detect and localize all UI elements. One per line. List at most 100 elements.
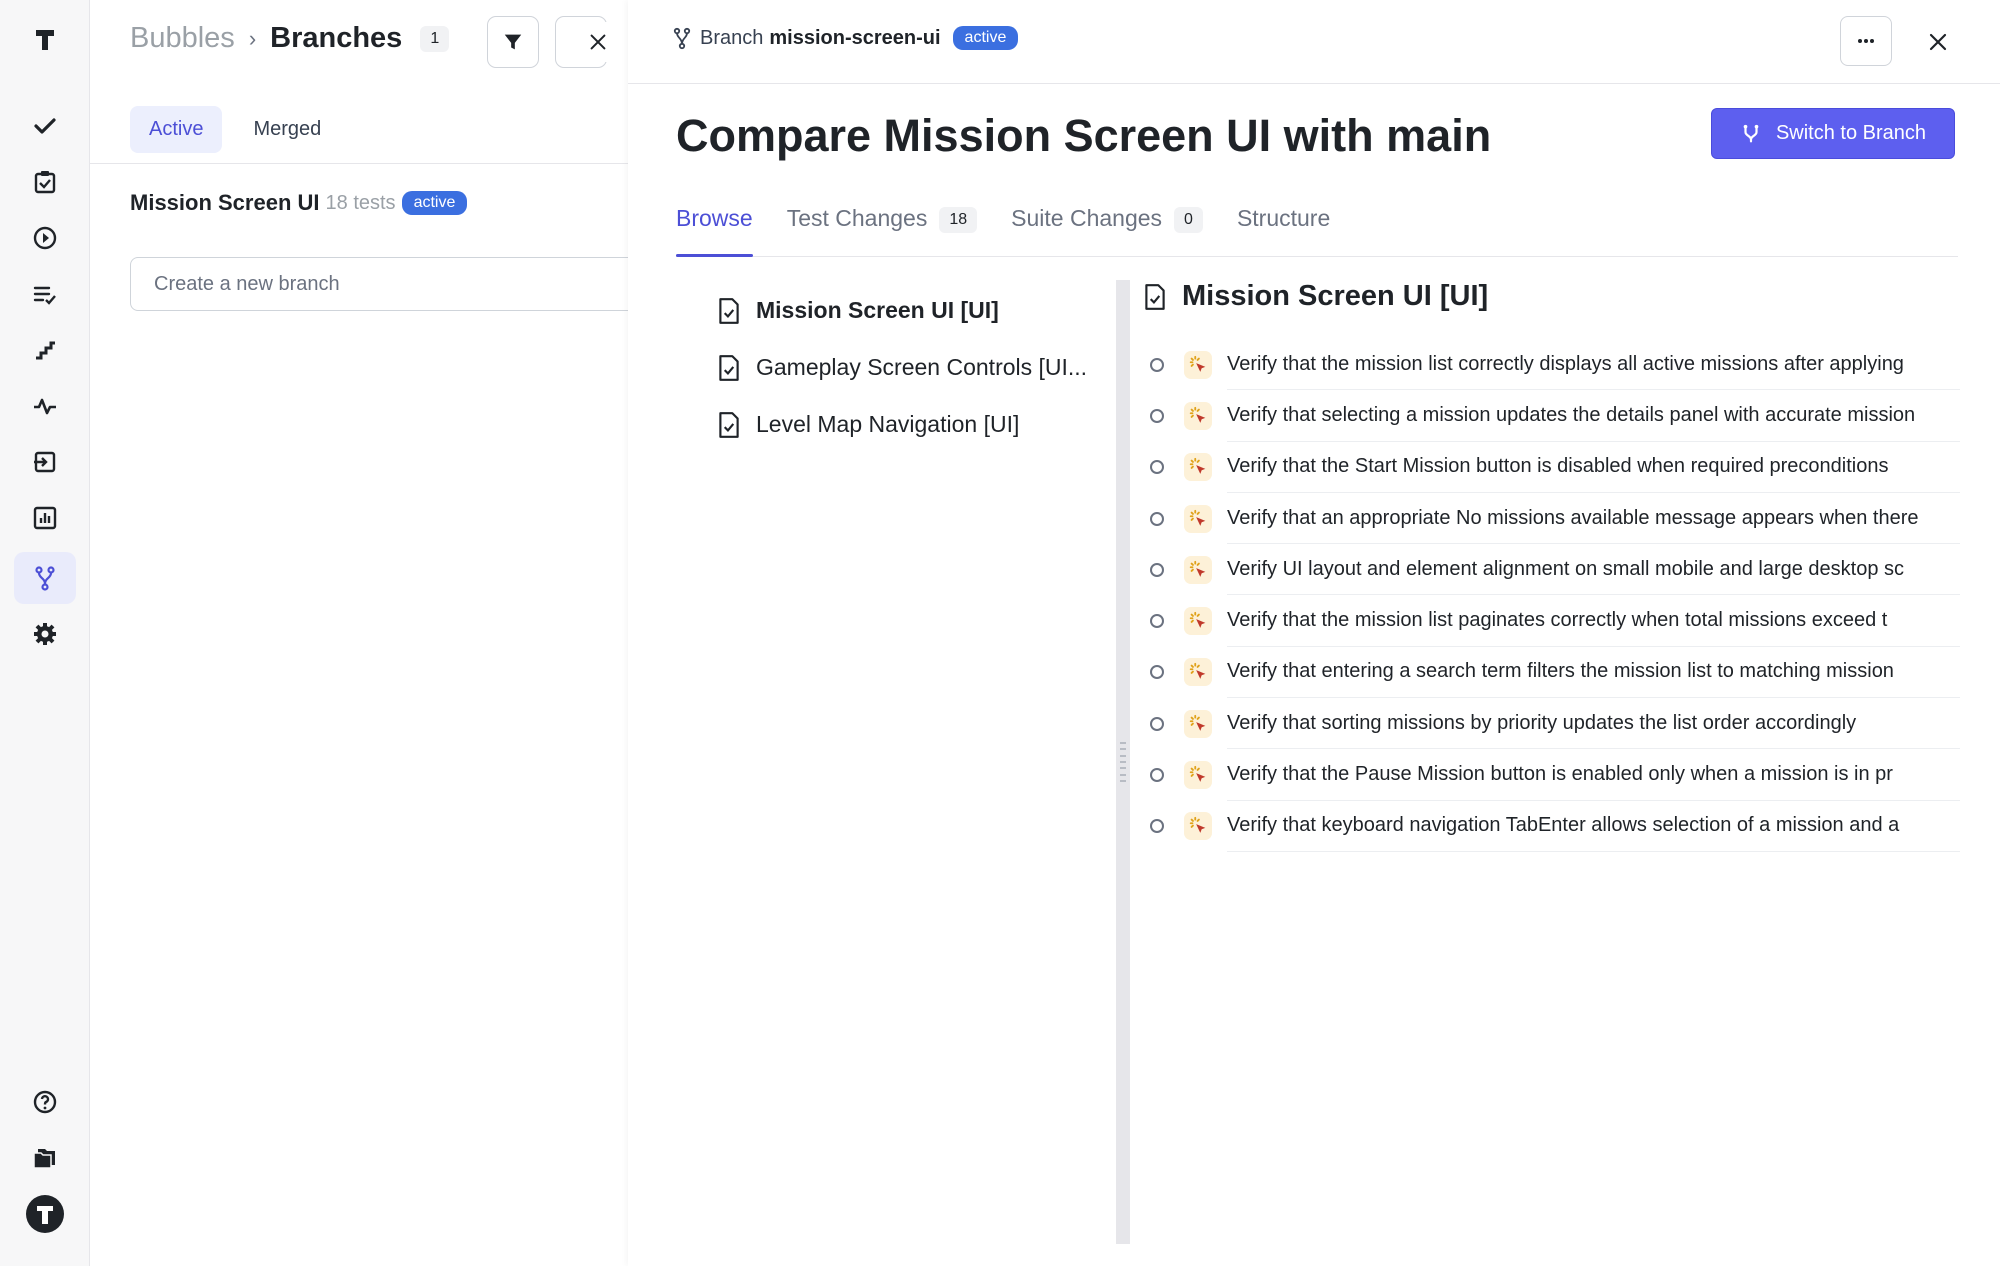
suite-tree-label: Mission Screen UI [UI] (756, 297, 999, 323)
test-select-radio[interactable] (1150, 511, 1164, 526)
test-row[interactable]: Verify that sorting missions by priority… (1148, 698, 1960, 750)
compare-tabs: Browse Test Changes 18 Suite Changes 0 S… (676, 205, 1958, 257)
tab-label: Suite Changes (1011, 205, 1163, 231)
test-select-radio[interactable] (1150, 460, 1164, 475)
test-select-radio[interactable] (1150, 614, 1164, 629)
test-list: Verify that the mission list correctly d… (1148, 339, 1960, 852)
suite-tree-label: Gameplay Screen Controls [UI... (756, 354, 1088, 380)
manual-test-icon (1184, 555, 1212, 584)
test-select-radio[interactable] (1150, 357, 1164, 372)
steps-icon[interactable] (14, 324, 76, 376)
manual-test-icon (1184, 812, 1212, 841)
divider (90, 163, 630, 164)
manual-test-icon (1184, 709, 1212, 738)
test-row[interactable]: Verify that entering a search term filte… (1148, 647, 1960, 699)
tab-browse[interactable]: Browse (676, 205, 753, 257)
account-avatar-icon[interactable] (14, 1188, 76, 1240)
test-row[interactable]: Verify that keyboard navigation TabEnter… (1148, 801, 1960, 852)
branch-icon (673, 27, 691, 50)
switch-to-branch-button[interactable]: Switch to Branch (1711, 108, 1955, 159)
test-select-radio[interactable] (1150, 408, 1164, 423)
test-row[interactable]: Verify that selecting a mission updates … (1148, 390, 1960, 442)
test-title: Verify that the mission list correctly d… (1227, 339, 1960, 391)
breadcrumb-parent[interactable]: Bubbles (130, 22, 235, 55)
test-title: Verify that entering a search term filte… (1227, 647, 1960, 699)
close-icon (590, 34, 606, 50)
close-button[interactable] (1916, 20, 1960, 64)
activity-icon[interactable] (14, 380, 76, 432)
status-badge: active (401, 191, 468, 215)
clipboard-check-icon[interactable] (14, 156, 76, 208)
branch-list-item[interactable]: Mission Screen UI 18 tests active (130, 190, 468, 216)
tab-suite-changes[interactable]: Suite Changes 0 (1011, 205, 1203, 256)
manual-test-icon (1184, 761, 1212, 790)
document-check-icon (1145, 283, 1165, 310)
test-select-radio[interactable] (1150, 768, 1164, 783)
suite-tree-label: Level Map Navigation [UI] (756, 411, 1020, 437)
tab-active[interactable]: Active (130, 106, 223, 153)
test-row[interactable]: Verify that the Pause Mission button is … (1148, 749, 1960, 801)
breadcrumb-separator: › (248, 25, 257, 51)
test-title: Verify UI layout and element alignment o… (1227, 544, 1960, 596)
status-badge: active (952, 26, 1019, 50)
tab-test-changes[interactable]: Test Changes 18 (786, 205, 978, 256)
compare-title: Compare Mission Screen UI with main (676, 110, 1492, 161)
test-row[interactable]: Verify that the mission list paginates c… (1148, 595, 1960, 647)
nav-rail (0, 0, 90, 1266)
test-row[interactable]: Verify that the Start Mission button is … (1148, 442, 1960, 493)
test-row[interactable]: Verify UI layout and element alignment o… (1148, 544, 1960, 596)
checkmark-icon[interactable] (14, 100, 76, 152)
switch-to-branch-label: Switch to Branch (1775, 122, 1927, 144)
logo-icon[interactable] (14, 14, 76, 66)
header-label: Branch (700, 26, 764, 49)
panel-header: Branch mission-screen-ui active (628, 0, 2000, 84)
splitter-grip-icon[interactable] (1116, 740, 1130, 784)
manual-test-icon (1184, 350, 1212, 379)
branch-name: Mission Screen UI (130, 190, 320, 215)
more-options-button[interactable] (1840, 16, 1892, 66)
manual-test-icon (1184, 658, 1212, 687)
suite-tree-item[interactable]: Mission Screen UI [UI] (716, 282, 1096, 339)
suite-tree-item[interactable]: Level Map Navigation [UI] (716, 396, 1096, 453)
suite-tree: Mission Screen UI [UI] Gameplay Screen C… (716, 282, 1096, 453)
page-title: Branches (270, 22, 403, 54)
test-select-radio[interactable] (1150, 819, 1164, 834)
test-row[interactable]: Verify that the mission list correctly d… (1148, 339, 1960, 391)
filter-icon (504, 34, 522, 50)
tab-count-badge: 0 (1174, 207, 1203, 233)
test-row[interactable]: Verify that an appropriate No missions a… (1148, 493, 1960, 545)
import-icon[interactable] (14, 436, 76, 488)
document-check-icon (719, 354, 739, 381)
compare-panel: Branch mission-screen-ui active Compare … (628, 0, 2000, 1266)
tab-structure[interactable]: Structure (1237, 205, 1330, 256)
test-select-radio[interactable] (1150, 665, 1164, 680)
tab-label: Test Changes (786, 205, 928, 231)
test-select-radio[interactable] (1150, 716, 1164, 731)
test-select-radio[interactable] (1150, 562, 1164, 577)
new-branch-input[interactable]: Create a new branch (130, 257, 670, 311)
close-icon (1929, 33, 1947, 51)
play-circle-icon[interactable] (14, 212, 76, 264)
branch-count-badge: 1 (420, 25, 450, 52)
filter-button[interactable] (487, 16, 539, 68)
manual-test-icon (1184, 504, 1212, 533)
branch-icon[interactable] (14, 552, 76, 604)
tab-count-badge: 18 (939, 207, 978, 233)
help-icon[interactable] (14, 1076, 76, 1128)
tab-merged[interactable]: Merged (234, 106, 340, 153)
document-check-icon (719, 297, 739, 324)
checklist-icon[interactable] (14, 268, 76, 320)
settings-icon[interactable] (14, 608, 76, 660)
test-title: Verify that selecting a mission updates … (1227, 390, 1960, 442)
suite-heading: Mission Screen UI [UI] (1142, 280, 1488, 313)
suite-tree-item[interactable]: Gameplay Screen Controls [UI... (716, 339, 1096, 396)
test-title: Verify that the Pause Mission button is … (1227, 749, 1960, 801)
manual-test-icon (1184, 607, 1212, 636)
manual-test-icon (1184, 401, 1212, 430)
close-panel-button[interactable] (576, 22, 620, 62)
folders-icon[interactable] (14, 1132, 76, 1184)
bar-chart-icon[interactable] (14, 492, 76, 544)
test-title: Verify that keyboard navigation TabEnter… (1227, 801, 1960, 852)
manual-test-icon (1184, 453, 1212, 482)
branch-status-tabs: Active Merged (130, 106, 340, 153)
